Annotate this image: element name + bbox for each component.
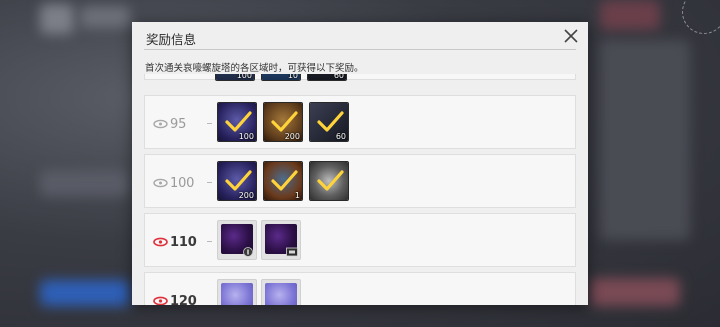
- item-quantity: 10: [287, 74, 298, 80]
- reward-row: 100 10 60: [144, 74, 576, 81]
- coin-badge-icon: [242, 247, 254, 257]
- dialog-title: 奖励信息: [146, 32, 197, 47]
- rank-eye-icon: [153, 237, 168, 247]
- purple-crystal-icon[interactable]: 100: [217, 102, 257, 142]
- reward-list[interactable]: 100 10 60 95 100 200 60 100 200 1 110 12…: [144, 74, 577, 305]
- grey-mask-icon[interactable]: [309, 161, 349, 201]
- ticket-badge-icon: [286, 247, 298, 257]
- tier-label: 95: [153, 114, 203, 134]
- tier-separator: [207, 241, 212, 242]
- ring-icon: [682, 0, 720, 34]
- item-quantity: 100: [236, 74, 252, 80]
- card-art: [265, 283, 297, 305]
- tier-number: 110: [170, 234, 197, 250]
- item-quantity: 100: [238, 132, 254, 141]
- card-art: [221, 283, 253, 305]
- tier-label: 110: [153, 232, 203, 252]
- purple-card-icon[interactable]: [261, 220, 301, 260]
- box-icon[interactable]: 10: [261, 74, 301, 81]
- lavender-card-icon[interactable]: [217, 279, 257, 305]
- close-button[interactable]: [561, 26, 581, 46]
- backdrop-blur: [40, 280, 130, 306]
- reward-row: 100 200 1: [144, 154, 576, 208]
- reward-row: 120: [144, 272, 576, 305]
- title-divider: [144, 49, 576, 50]
- item-quantity: 60: [335, 132, 346, 141]
- tier-number: 120: [170, 293, 197, 306]
- tier-label: 120: [153, 291, 203, 305]
- reward-info-dialog: 奖励信息 首次通关哀嚎螺旋塔的各区域时，可获得以下奖励。 100 10 60 9…: [132, 22, 588, 305]
- tier-number: 95: [170, 116, 187, 132]
- rank-eye-icon: [153, 119, 168, 129]
- backdrop-blur: [600, 0, 660, 30]
- backdrop-blur: [40, 170, 130, 196]
- tier-separator: [207, 123, 212, 124]
- lavender-card-icon[interactable]: [261, 279, 301, 305]
- item-quantity: 200: [284, 132, 300, 141]
- tier-label: 100: [153, 173, 203, 193]
- tier-number: 100: [170, 175, 195, 191]
- item-quantity: 200: [238, 191, 254, 200]
- orange-box-icon[interactable]: 1: [263, 161, 303, 201]
- item-quantity: 60: [333, 74, 344, 80]
- bag-icon[interactable]: 100: [215, 74, 255, 81]
- tier-separator: [207, 182, 212, 183]
- close-icon: [564, 29, 578, 43]
- backdrop-blur: [40, 4, 74, 34]
- cube-icon[interactable]: 60: [307, 74, 347, 81]
- dialog-description: 首次通关哀嚎螺旋塔的各区域时，可获得以下奖励。: [145, 63, 364, 74]
- purple-crystal-icon[interactable]: 200: [217, 161, 257, 201]
- item-quantity: 1: [294, 191, 300, 200]
- backdrop-blur: [600, 40, 690, 240]
- rank-eye-icon: [153, 296, 168, 305]
- reward-row: 95 100 200 60: [144, 95, 576, 149]
- gold-crystal-icon[interactable]: 200: [263, 102, 303, 142]
- backdrop-blur: [80, 6, 130, 28]
- check-icon: [317, 170, 344, 191]
- shard-icon[interactable]: 60: [309, 102, 349, 142]
- backdrop-blur: [590, 278, 680, 306]
- purple-card-icon[interactable]: [217, 220, 257, 260]
- rank-eye-icon: [153, 178, 168, 188]
- reward-row: 110: [144, 213, 576, 267]
